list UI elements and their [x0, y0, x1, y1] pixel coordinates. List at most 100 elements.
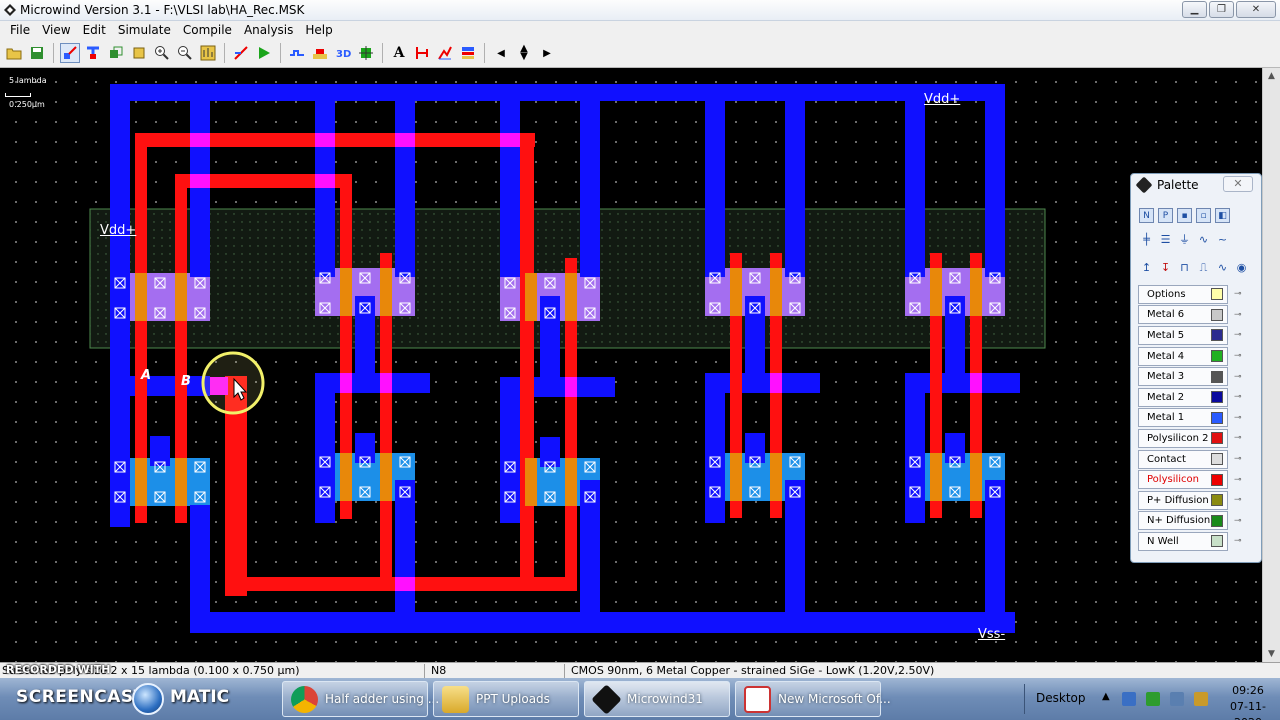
layer-visibility-icon[interactable]: ⊸	[1234, 310, 1242, 320]
copy-icon[interactable]	[106, 43, 126, 63]
metal1-wire[interactable]	[190, 612, 1015, 633]
draw-box-icon[interactable]	[60, 43, 80, 63]
scroll-down-icon[interactable]: ▼	[1263, 646, 1280, 662]
metal1-wire[interactable]	[705, 373, 725, 523]
run-simulation-icon[interactable]	[254, 43, 274, 63]
layer-button-n-well[interactable]: N Well	[1138, 531, 1228, 551]
layer-button-metal-6[interactable]: Metal 6	[1138, 305, 1228, 325]
transistor-gate[interactable]	[340, 453, 352, 501]
poly-contact[interactable]	[395, 577, 415, 591]
poly-contact[interactable]	[380, 373, 392, 393]
open-file-icon[interactable]	[4, 43, 24, 63]
metal1-wire[interactable]	[985, 84, 1005, 277]
volume-icon[interactable]	[1170, 692, 1184, 706]
metal1-wire[interactable]	[785, 84, 805, 277]
layer-visibility-icon[interactable]: ⊸	[1234, 536, 1242, 546]
metal1-wire[interactable]	[905, 84, 925, 277]
poly-contact[interactable]	[395, 133, 415, 147]
move-icon[interactable]	[129, 43, 149, 63]
start-button[interactable]: SCREENCAST MATIC	[8, 682, 278, 716]
layer-button-polysilicon-2[interactable]: Polysilicon 2	[1138, 428, 1228, 448]
task-word[interactable]: New Microsoft Of...	[735, 681, 891, 717]
vss-source-icon[interactable]: ↧	[1158, 260, 1173, 275]
metal1-wire[interactable]	[945, 296, 965, 386]
layer-visibility-icon[interactable]: ⊸	[1234, 475, 1242, 485]
network-icon[interactable]	[1122, 692, 1136, 706]
metal1-wire[interactable]	[500, 377, 520, 523]
menu-view[interactable]: View	[36, 21, 76, 39]
layer-button-contact[interactable]: Contact	[1138, 449, 1228, 469]
poly-contact[interactable]	[770, 373, 782, 393]
transistor-gate[interactable]	[135, 458, 147, 506]
transistor-gate[interactable]	[970, 268, 982, 316]
metal1-wire[interactable]	[355, 433, 375, 463]
pulse-icon[interactable]: ⎍	[1196, 260, 1211, 275]
nav-right-icon[interactable]: ▶	[537, 43, 557, 63]
layer-button-options[interactable]: Options	[1138, 284, 1228, 304]
layer-visibility-icon[interactable]: ⊸	[1234, 454, 1242, 464]
layer-button-metal-4[interactable]: Metal 4	[1138, 346, 1228, 366]
scroll-up-icon[interactable]: ▲	[1263, 68, 1280, 84]
visible-node-icon[interactable]: ◉	[1234, 260, 1249, 275]
wire-icon[interactable]: ~	[1215, 232, 1230, 247]
metal1-wire[interactable]	[110, 84, 130, 527]
metal1-wire[interactable]	[745, 433, 765, 463]
desktop-toolbar[interactable]: Desktop	[1036, 691, 1086, 705]
task-explorer[interactable]: PPT Uploads	[433, 681, 579, 717]
clock-icon[interactable]: ⊓	[1177, 260, 1192, 275]
layout-drawing[interactable]	[0, 68, 1262, 662]
menu-simulate[interactable]: Simulate	[112, 21, 177, 39]
metal1-wire[interactable]	[580, 84, 600, 277]
transistor-gate[interactable]	[565, 458, 577, 506]
sinus-icon[interactable]: ∿	[1215, 260, 1230, 275]
transistor-gate[interactable]	[340, 268, 352, 316]
tray-expand-icon[interactable]: ▲	[1102, 691, 1110, 702]
transistor-gate[interactable]	[525, 273, 537, 321]
transistor-gate[interactable]	[730, 453, 742, 501]
transistor-gate[interactable]	[175, 458, 187, 506]
layer-visibility-icon[interactable]: ⊸	[1234, 289, 1242, 299]
electrical-icon[interactable]	[356, 43, 376, 63]
menu-analysis[interactable]: Analysis	[238, 21, 299, 39]
transistor-gate[interactable]	[770, 453, 782, 501]
metal1-wire[interactable]	[500, 84, 520, 277]
poly-contact[interactable]	[970, 373, 982, 393]
transistor-gate[interactable]	[380, 268, 392, 316]
transistor-gate[interactable]	[380, 453, 392, 501]
transistor-gate[interactable]	[175, 273, 187, 321]
poly-contact[interactable]	[340, 373, 352, 393]
vertical-scrollbar[interactable]: ▲ ▼	[1262, 68, 1280, 662]
layer-visibility-icon[interactable]: ⊸	[1234, 413, 1242, 423]
layer-visibility-icon[interactable]: ⊸	[1234, 495, 1242, 505]
metal1-wire[interactable]	[190, 505, 210, 633]
layer-visibility-icon[interactable]: ⊸	[1234, 351, 1242, 361]
metal1-wire[interactable]	[395, 480, 415, 613]
metal1-wire[interactable]	[745, 296, 765, 386]
metal1-wire[interactable]	[945, 433, 965, 463]
transistor-gate[interactable]	[730, 268, 742, 316]
transistor-gate[interactable]	[770, 268, 782, 316]
step-icon[interactable]	[287, 43, 307, 63]
metal1-wire[interactable]	[985, 480, 1005, 613]
transistor-gate[interactable]	[525, 458, 537, 506]
poly-contact[interactable]	[315, 133, 335, 147]
transistor-gate[interactable]	[930, 268, 942, 316]
metal1-wire[interactable]	[540, 296, 560, 386]
fit-icon[interactable]	[198, 43, 218, 63]
horizontal-cut-icon[interactable]	[435, 43, 455, 63]
measure-icon[interactable]	[231, 43, 251, 63]
metal1-wire[interactable]	[355, 296, 375, 386]
minimize-button[interactable]: ▁	[1182, 1, 1207, 18]
metal1-wire[interactable]	[110, 84, 1005, 101]
transistor-gate[interactable]	[565, 273, 577, 321]
clock[interactable]: 09:26 07-11-2020	[1222, 683, 1274, 720]
inductor-icon[interactable]: ∿	[1196, 232, 1211, 247]
layer-visibility-icon[interactable]: ⊸	[1234, 372, 1242, 382]
layer-visibility-icon[interactable]: ⊸	[1234, 330, 1242, 340]
poly-contact[interactable]	[500, 133, 520, 147]
resistor-icon[interactable]: ☰	[1158, 232, 1173, 247]
layer-button-metal-2[interactable]: Metal 2	[1138, 387, 1228, 407]
metal1-wire[interactable]	[905, 373, 925, 523]
metal1-wire[interactable]	[110, 376, 210, 396]
layer-button-n-diffusion[interactable]: N+ Diffusion	[1138, 511, 1228, 531]
